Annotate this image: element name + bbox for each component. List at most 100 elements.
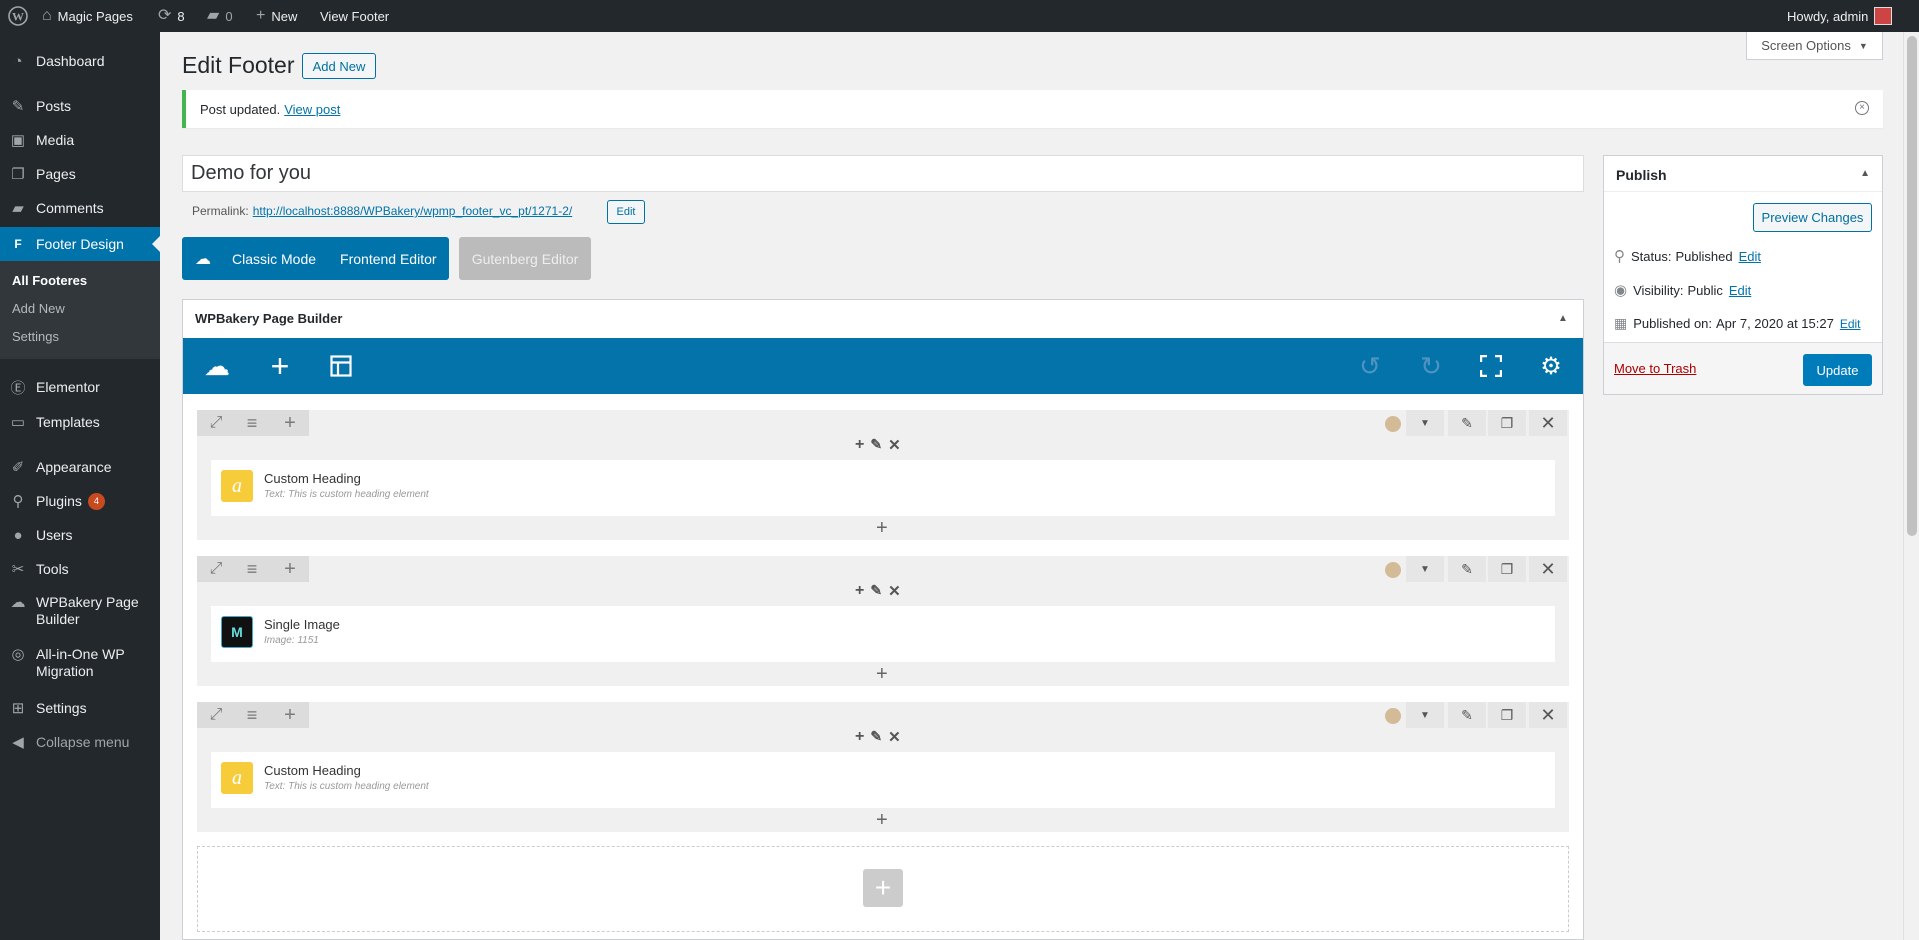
sidebar-item-label: Users — [36, 527, 73, 543]
collapse-toggle-icon[interactable]: ▲ — [1860, 168, 1870, 179]
view-footer-link[interactable]: View Footer — [320, 0, 389, 32]
sidebar-item-label: Collapse menu — [36, 734, 130, 750]
submenu-add-new[interactable]: Add New — [12, 301, 65, 316]
status-edit-link[interactable]: Edit — [1739, 249, 1761, 264]
dismiss-icon[interactable]: × — [1855, 101, 1869, 115]
add-column-icon[interactable]: + — [271, 556, 309, 582]
view-footer-label: View Footer — [320, 8, 390, 24]
builder-element[interactable]: M Single Image Image: 1151 — [211, 606, 1555, 662]
submenu-settings[interactable]: Settings — [12, 329, 59, 344]
row-move-icon[interactable]: ⤢ — [197, 702, 235, 728]
sidebar-item-plugins[interactable]: ⚲ Plugins 4 — [0, 486, 160, 516]
sidebar-item-pages[interactable]: ❐ Pages — [0, 159, 160, 189]
row-dropdown-icon[interactable]: ▼ — [1406, 410, 1444, 436]
sidebar-item-media[interactable]: ▣ Media — [0, 125, 160, 155]
permalink-url[interactable]: http://localhost:8888/WPBakery/wpmp_foot… — [253, 204, 573, 218]
new-content-link[interactable]: + New — [256, 0, 297, 32]
add-element-icon[interactable]: + — [855, 728, 864, 746]
sidebar-item-users[interactable]: ● Users — [0, 520, 160, 550]
builder-element[interactable]: a Custom Heading Text: This is custom he… — [211, 752, 1555, 808]
my-account-link[interactable]: Howdy, admin — [1787, 0, 1893, 32]
row-edit-icon[interactable]: ✎ — [1448, 556, 1486, 582]
row-status-dot — [1385, 416, 1401, 432]
preview-changes-button[interactable]: Preview Changes — [1753, 203, 1872, 232]
updates-link[interactable]: ⟳ 8 — [158, 0, 185, 32]
sidebar-item-wpbakery[interactable]: ☁ WPBakery Page Builder — [0, 594, 160, 630]
row-move-icon[interactable]: ⤢ — [197, 410, 235, 436]
row-clone-icon[interactable]: ❐ — [1488, 556, 1526, 582]
add-new-button[interactable]: Add New — [302, 53, 376, 79]
add-element-below-icon[interactable]: + — [876, 664, 888, 684]
add-element-icon[interactable]: + — [260, 338, 300, 394]
permalink-edit-button[interactable]: Edit — [607, 200, 645, 224]
sidebar-item-dashboard[interactable]: ◔ Dashboard — [0, 46, 160, 76]
sidebar-item-templates[interactable]: ▭ Templates — [0, 407, 160, 437]
row-layout-icon[interactable]: ≡ — [233, 410, 271, 436]
templates-icon[interactable] — [321, 338, 361, 394]
sidebar-item-footer-design[interactable]: F Footer Design — [0, 227, 160, 261]
sidebar-item-migration[interactable]: ◎ All-in-One WP Migration — [0, 646, 160, 682]
fullscreen-icon[interactable] — [1471, 338, 1511, 394]
wpbakery-logo-icon[interactable]: ☁ — [195, 338, 239, 394]
sidebar-item-comments[interactable]: ▰ Comments — [0, 193, 160, 223]
sidebar-item-label: Dashboard — [36, 53, 105, 69]
site-name-link[interactable]: ⌂ Magic Pages — [42, 0, 133, 32]
scrollbar[interactable] — [1903, 32, 1919, 940]
sidebar-item-tools[interactable]: ✂ Tools — [0, 554, 160, 584]
close-icon[interactable]: ✕ — [888, 728, 901, 746]
close-icon[interactable]: ✕ — [888, 582, 901, 600]
row-clone-icon[interactable]: ❐ — [1488, 702, 1526, 728]
add-element-icon[interactable]: + — [855, 436, 864, 454]
add-column-icon[interactable]: + — [271, 702, 309, 728]
published-edit-link[interactable]: Edit — [1840, 317, 1861, 331]
wordpress-logo-icon[interactable]: W — [8, 0, 28, 32]
move-to-trash-link[interactable]: Move to Trash — [1614, 361, 1696, 376]
visibility-edit-link[interactable]: Edit — [1729, 283, 1751, 298]
publish-title: Publish — [1616, 167, 1667, 183]
comments-link[interactable]: ▰ 0 — [207, 0, 233, 32]
update-button[interactable]: Update — [1803, 354, 1872, 386]
footer-design-submenu: All Footeres Add New Settings — [0, 261, 160, 359]
builder-element[interactable]: a Custom Heading Text: This is custom he… — [211, 460, 1555, 516]
scrollbar-thumb[interactable] — [1907, 36, 1917, 536]
add-element-icon[interactable]: + — [855, 582, 864, 600]
classic-mode-button[interactable]: Classic Mode — [224, 251, 328, 267]
frontend-editor-button[interactable]: Frontend Editor — [328, 251, 449, 267]
row-layout-icon[interactable]: ≡ — [233, 556, 271, 582]
sidebar-item-appearance[interactable]: ✐ Appearance — [0, 452, 160, 482]
row-dropdown-icon[interactable]: ▼ — [1406, 702, 1444, 728]
submenu-all-footeres[interactable]: All Footeres — [12, 273, 87, 288]
gutenberg-editor-button[interactable]: Gutenberg Editor — [459, 237, 591, 280]
row-edit-icon[interactable]: ✎ — [1448, 410, 1486, 436]
row-dropdown-icon[interactable]: ▼ — [1406, 556, 1444, 582]
sidebar-item-settings[interactable]: ⊞ Settings — [0, 693, 160, 723]
edit-icon[interactable]: ✎ — [870, 728, 882, 746]
sidebar-item-label: Pages — [36, 166, 76, 182]
row-move-icon[interactable]: ⤢ — [197, 556, 235, 582]
post-title-input[interactable]: Demo for you — [182, 155, 1584, 192]
metabox-title: WPBakery Page Builder — [195, 311, 343, 326]
view-post-link[interactable]: View post — [284, 102, 340, 117]
row-layout-icon[interactable]: ≡ — [233, 702, 271, 728]
collapse-menu-button[interactable]: ◀ Collapse menu — [0, 727, 160, 757]
row-edit-icon[interactable]: ✎ — [1448, 702, 1486, 728]
redo-icon[interactable]: ↻ — [1411, 338, 1451, 394]
gear-icon[interactable]: ⚙ — [1531, 338, 1571, 394]
sidebar-item-posts[interactable]: ✎ Posts — [0, 91, 160, 121]
edit-icon[interactable]: ✎ — [870, 582, 882, 600]
close-icon[interactable]: ✕ — [888, 436, 901, 454]
row-delete-icon[interactable]: ✕ — [1529, 556, 1567, 582]
edit-icon[interactable]: ✎ — [870, 436, 882, 454]
add-column-icon[interactable]: + — [271, 410, 309, 436]
add-element-below-icon[interactable]: + — [876, 518, 888, 538]
collapse-toggle-icon[interactable]: ▲ — [1558, 313, 1568, 324]
undo-icon[interactable]: ↺ — [1350, 338, 1390, 394]
visibility-value: Public — [1687, 282, 1723, 298]
sidebar-item-elementor[interactable]: Ⓔ Elementor — [0, 372, 160, 402]
add-row-plus-icon[interactable]: + — [863, 869, 903, 907]
row-delete-icon[interactable]: ✕ — [1529, 410, 1567, 436]
row-delete-icon[interactable]: ✕ — [1529, 702, 1567, 728]
row-clone-icon[interactable]: ❐ — [1488, 410, 1526, 436]
add-element-below-icon[interactable]: + — [876, 810, 888, 830]
screen-options-button[interactable]: Screen Options ▼ — [1746, 32, 1883, 60]
